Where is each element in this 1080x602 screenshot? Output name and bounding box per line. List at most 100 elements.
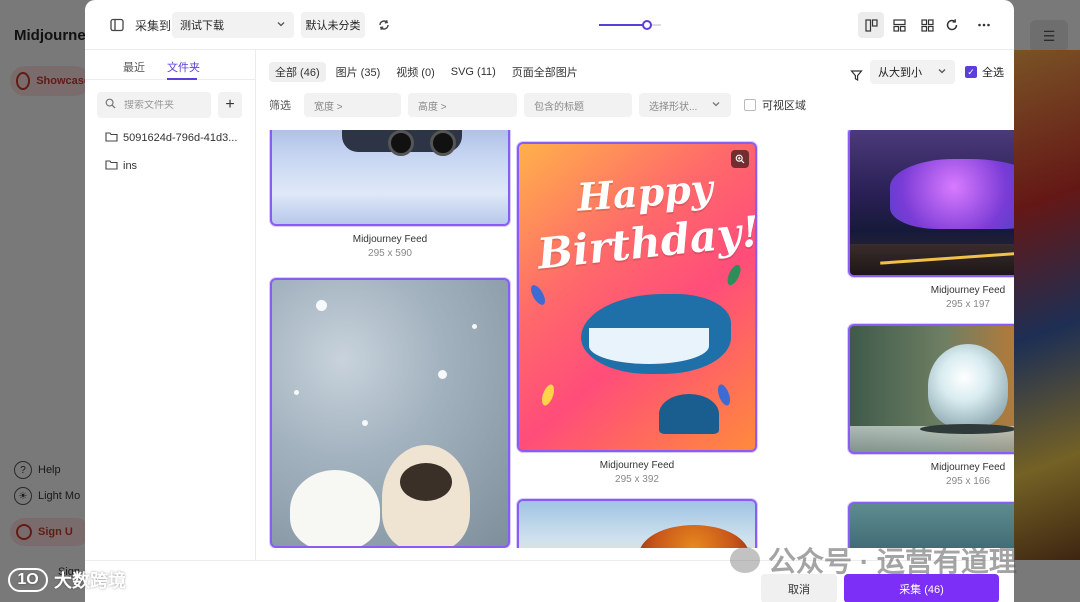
tab-page-all-images[interactable]: 页面全部图片: [506, 62, 584, 82]
gallery-card[interactable]: Midjourney Feed 295 x 166: [848, 324, 1014, 487]
sort-select-value: 从大到小: [878, 67, 922, 79]
more-options-icon[interactable]: [972, 13, 996, 37]
split-view-icon[interactable]: [858, 12, 884, 38]
whale-belly: [589, 328, 709, 364]
gallery-card[interactable]: Happy Birthday! Midjourney Feed 295 x 39…: [517, 142, 757, 485]
search-icon: [105, 98, 116, 112]
grid-view-icon[interactable]: [914, 12, 940, 38]
view-mode-group: [858, 12, 940, 38]
gallery-card[interactable]: Midjourney Feed 295 x 590: [270, 130, 510, 259]
zoom-slider[interactable]: [599, 18, 661, 32]
zoom-slider-handle[interactable]: [642, 20, 652, 30]
media-type-tabs: 全部 (46) 图片 (35) 视频 (0) SVG (11) 页面全部图片: [269, 62, 584, 82]
folder-item[interactable]: 5091624d-796d-41d3...: [105, 131, 237, 145]
image-thumbnail[interactable]: [517, 499, 757, 548]
filter-icon[interactable]: [844, 63, 868, 87]
tab-svg[interactable]: SVG (11): [445, 62, 502, 82]
add-folder-button[interactable]: +: [218, 92, 242, 118]
filter-row: 筛选 宽度 > 高度 > 包含的标题 选择形状... 可视区域: [269, 93, 806, 117]
zoom-in-icon[interactable]: [731, 150, 749, 168]
active-tab-indicator: [167, 78, 197, 80]
ice-sculpture: [928, 344, 1008, 428]
title-filter-input[interactable]: 包含的标题: [524, 93, 632, 117]
tab-recent[interactable]: 最近: [123, 59, 145, 75]
tab-videos[interactable]: 视频 (0): [390, 62, 441, 82]
watermark-right: 公众号 · 运营有道理: [730, 540, 1017, 580]
folder-item-label: 5091624d-796d-41d3...: [123, 132, 238, 144]
image-gallery[interactable]: Midjourney Feed 295 x 590 Happy Birthday…: [256, 130, 1014, 548]
chevron-down-icon: [937, 66, 947, 79]
snowflake: [294, 390, 299, 395]
leaf-decoration: [724, 262, 744, 288]
snowflake: [316, 300, 327, 311]
modal-toolbar: 采集到 测试下载 默认未分类: [85, 0, 1014, 50]
watermark-logo-icon: 1O: [8, 568, 48, 592]
card-dimensions: 295 x 590: [368, 248, 412, 259]
select-all-checkbox[interactable]: ✓ 全选: [965, 64, 1004, 80]
gallery-card[interactable]: [270, 278, 510, 548]
image-thumbnail[interactable]: [848, 130, 1014, 277]
pug-face: [400, 463, 452, 501]
image-text-happy: Happy: [575, 165, 715, 220]
filter-label: 筛选: [269, 100, 291, 112]
height-filter-input[interactable]: 高度 >: [408, 93, 517, 117]
image-thumbnail[interactable]: Happy Birthday!: [517, 142, 757, 452]
folder-icon: [105, 159, 118, 173]
leaf-decoration: [715, 382, 733, 408]
ice-base: [920, 424, 1014, 434]
tab-images[interactable]: 图片 (35): [330, 62, 387, 82]
wheel: [430, 130, 456, 156]
folder-icon: [105, 131, 118, 145]
tab-folders[interactable]: 文件夹: [167, 59, 200, 75]
car-image: [342, 130, 462, 156]
card-caption: Midjourney Feed: [930, 462, 1006, 473]
checkbox-unchecked-icon: [744, 99, 756, 111]
select-all-label: 全选: [982, 67, 1004, 79]
image-text-birthday: Birthday!: [535, 206, 757, 279]
snowflake: [472, 324, 477, 329]
visible-area-checkbox[interactable]: 可视区域: [744, 97, 806, 113]
whale-tail: [659, 394, 719, 434]
width-filter-input[interactable]: 宽度 >: [304, 93, 401, 117]
image-thumbnail[interactable]: [848, 324, 1014, 454]
image-collect-modal: 采集到 测试下载 默认未分类 最近 文件夹 搜索文件夹 + 5091624d-7…: [85, 0, 1014, 602]
card-caption: Midjourney Feed: [930, 285, 1006, 296]
reload-icon[interactable]: [940, 13, 964, 37]
sort-select[interactable]: 从大到小: [870, 60, 955, 84]
shape-select-placeholder: 选择形状...: [649, 101, 698, 113]
folder-item[interactable]: ins: [105, 159, 137, 173]
folder-search[interactable]: [97, 92, 211, 118]
white-puppy: [290, 470, 380, 546]
chevron-down-icon: [711, 99, 721, 112]
watermark-left: 1O 大数跨境: [8, 567, 126, 593]
wechat-icon: [730, 547, 760, 573]
leaf-decoration: [528, 282, 548, 308]
card-dimensions: 295 x 392: [615, 474, 659, 485]
masonry-view-icon[interactable]: [886, 12, 912, 38]
folder-panel: 最近 文件夹 + 5091624d-796d-41d3... ins: [85, 50, 256, 560]
default-uncategorized-button[interactable]: 默认未分类: [301, 12, 365, 38]
folder-panel-tabs: 最近 文件夹: [85, 50, 256, 80]
chevron-down-icon: [276, 19, 286, 32]
snowflake: [362, 420, 368, 426]
gallery-card[interactable]: Midjourney Feed 295 x 197: [848, 130, 1014, 310]
collect-to-label: 采集到: [135, 19, 172, 33]
watermark-right-text: 公众号 · 运营有道理: [768, 546, 1017, 577]
sidebar-toggle-icon[interactable]: [105, 13, 129, 37]
image-thumbnail[interactable]: [270, 278, 510, 548]
sync-icon[interactable]: [372, 13, 396, 37]
wheel: [388, 130, 414, 156]
snowflake: [438, 370, 447, 379]
tab-all[interactable]: 全部 (46): [269, 62, 326, 82]
checkbox-checked-icon: ✓: [965, 66, 977, 78]
card-dimensions: 295 x 197: [946, 299, 990, 310]
folder-select-value: 测试下载: [180, 20, 224, 32]
folder-item-label: ins: [123, 160, 138, 172]
folder-select[interactable]: 测试下载: [172, 12, 294, 38]
leaf-decoration: [539, 382, 557, 408]
gallery-card[interactable]: [517, 499, 757, 548]
image-thumbnail[interactable]: [270, 130, 510, 226]
card-dimensions: 295 x 166: [946, 476, 990, 487]
folder-search-input[interactable]: [124, 99, 204, 111]
shape-select[interactable]: 选择形状...: [639, 93, 731, 117]
